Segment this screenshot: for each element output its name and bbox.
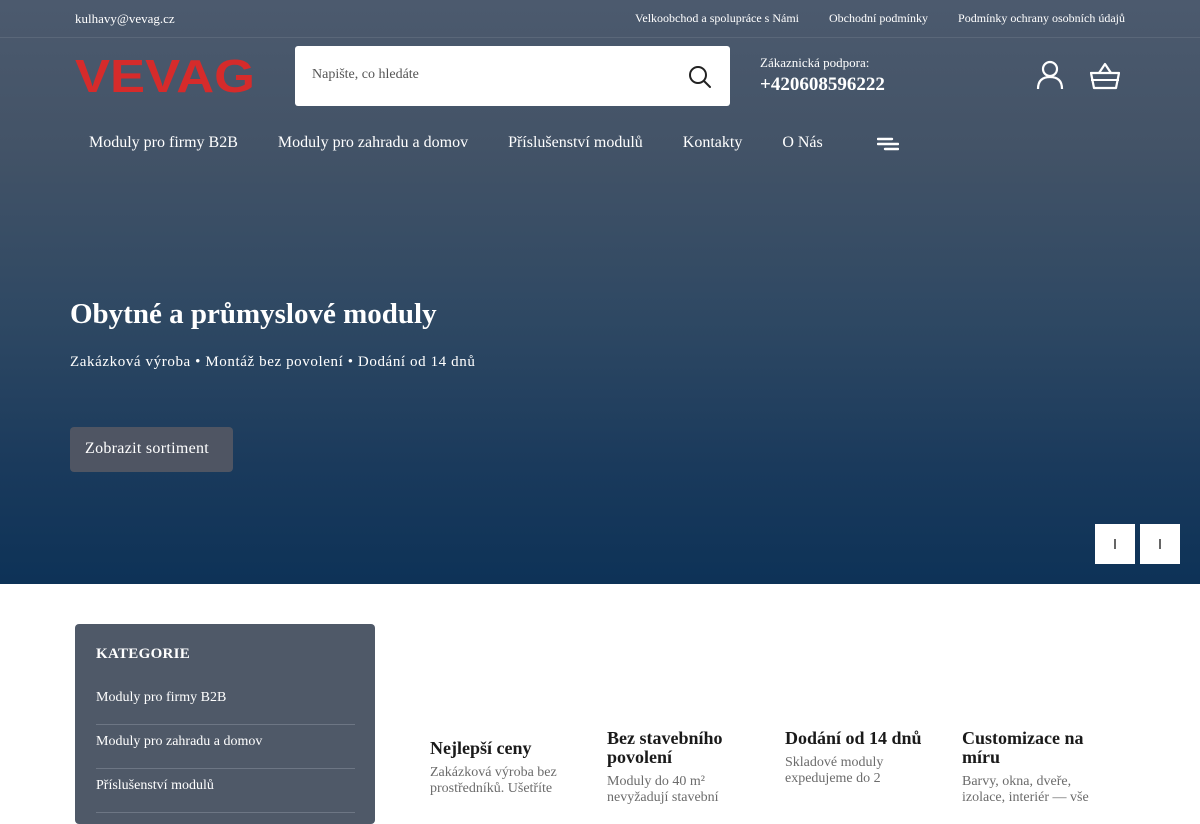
hero-subtitle: Zakázková výroba • Montáž bez povolení •… (70, 354, 476, 370)
top-links: Velkoobchod a spolupráce s Námi Obchodní… (635, 11, 1125, 26)
support-label: Zákaznická podpora: (760, 55, 870, 70)
hero-banner: kulhavy@vevag.cz Velkoobchod a spoluprác… (0, 0, 1200, 584)
top-link-terms[interactable]: Obchodní podmínky (829, 11, 928, 26)
feature-text: Zakázková výroba bez prostředníků. Ušetř… (430, 765, 557, 796)
nav-item-accessories[interactable]: Příslušenství modulů (508, 134, 643, 152)
basket-icon[interactable] (1090, 62, 1120, 90)
feature-title: Nejlepší ceny (430, 738, 532, 758)
feature-text: Moduly do 40 m² nevyžadují stavební (607, 774, 719, 805)
top-bar: kulhavy@vevag.cz Velkoobchod a spoluprác… (0, 0, 1200, 38)
feature-text: Skladové moduly expedujeme do 2 (785, 755, 884, 786)
top-link-privacy[interactable]: Podmínky ochrany osobních údajů (958, 11, 1125, 26)
user-icon[interactable] (1036, 60, 1064, 90)
menu-lines-icon[interactable] (877, 136, 899, 152)
nav-item-b2b[interactable]: Moduly pro firmy B2B (89, 134, 238, 152)
categories-panel: KATEGORIE Moduly pro firmy B2B Moduly pr… (75, 624, 375, 824)
top-link-wholesale[interactable]: Velkoobchod a spolupráce s Námi (635, 11, 799, 26)
categories-heading: KATEGORIE (96, 646, 191, 662)
contact-email[interactable]: kulhavy@vevag.cz (75, 11, 175, 27)
feature-title: Bez stavebního povolení (607, 728, 723, 767)
feature-title: Customizace na míru (962, 728, 1084, 767)
customer-support: Zákaznická podpora: +420608596222 (760, 55, 885, 96)
category-item-b2b[interactable]: Moduly pro firmy B2B (96, 681, 355, 725)
svg-text:VEVAG: VEVAG (75, 50, 255, 102)
main-nav: Moduly pro firmy B2B Moduly pro zahradu … (89, 134, 823, 152)
arrow-left-icon (1114, 539, 1116, 549)
vevag-logo[interactable]: VEVAG (75, 50, 257, 102)
feature-customization: Customizace na míru Barvy, okna, dveře, … (962, 729, 1107, 806)
feature-title: Dodání od 14 dnů (785, 728, 922, 748)
slider-next-button[interactable] (1140, 524, 1180, 564)
hero-title: Obytné a průmyslové moduly (70, 298, 437, 330)
search-icon[interactable] (688, 65, 712, 89)
nav-item-garden-home[interactable]: Moduly pro zahradu a domov (278, 134, 468, 152)
nav-item-about[interactable]: O Nás (782, 134, 822, 152)
support-phone[interactable]: +420608596222 (760, 74, 885, 96)
show-products-button[interactable]: Zobrazit sortiment (70, 427, 233, 472)
feature-text: Barvy, okna, dveře, izolace, interiér — … (962, 774, 1089, 805)
category-item-accessories[interactable]: Příslušenství modulů (96, 769, 355, 813)
feature-delivery: Dodání od 14 dnů Skladové moduly expeduj… (785, 729, 925, 787)
search-box: Napište, co hledáte (295, 46, 730, 106)
category-item-garden-home[interactable]: Moduly pro zahradu a domov (96, 725, 355, 769)
feature-best-prices: Nejlepší ceny Zakázková výroba bez prost… (430, 739, 580, 797)
nav-item-contacts[interactable]: Kontakty (683, 134, 743, 152)
slider-prev-button[interactable] (1095, 524, 1135, 564)
feature-no-permit: Bez stavebního povolení Moduly do 40 m² … (607, 729, 757, 806)
search-input[interactable]: Napište, co hledáte (312, 67, 419, 83)
arrow-right-icon (1159, 539, 1161, 549)
